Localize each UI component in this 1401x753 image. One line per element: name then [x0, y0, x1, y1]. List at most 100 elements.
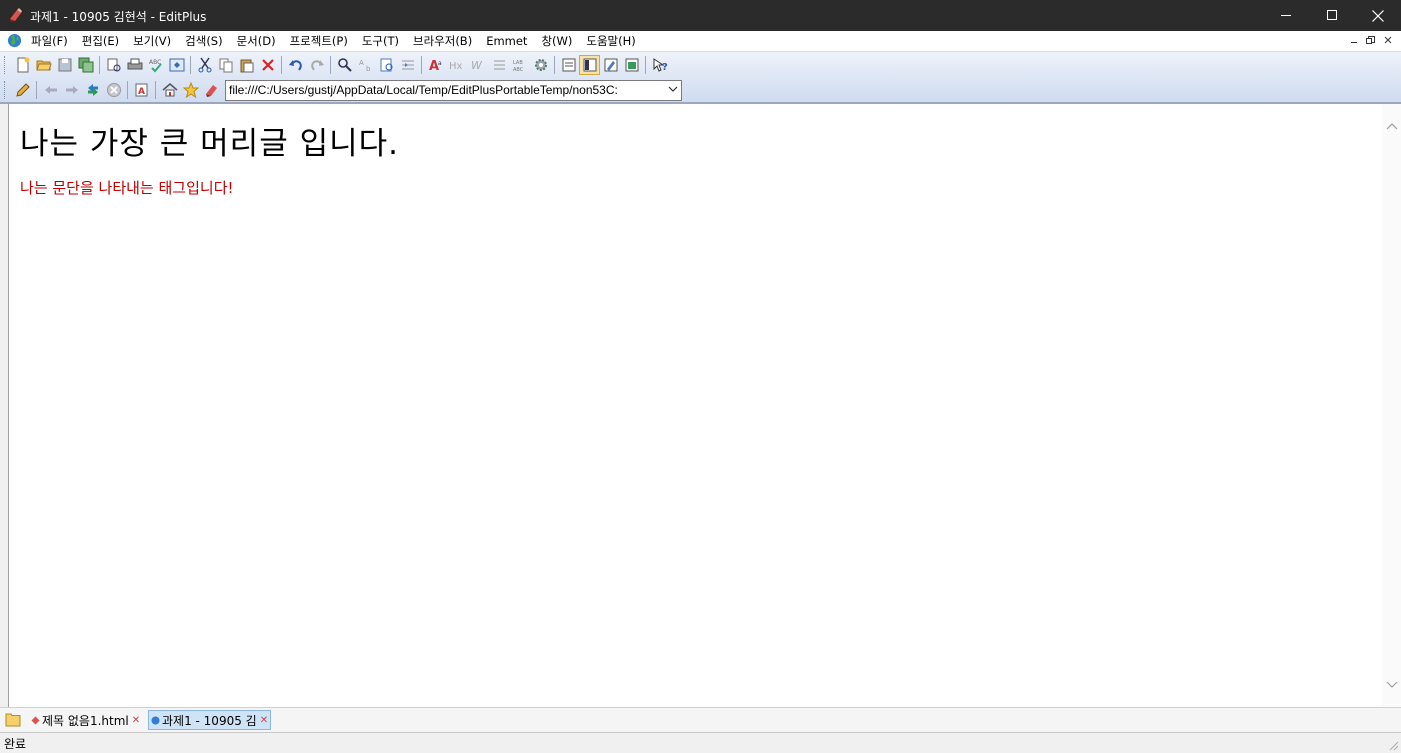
maximize-button[interactable] — [1309, 0, 1355, 31]
context-help-icon[interactable]: ? — [649, 55, 670, 75]
new-file-icon[interactable] — [12, 55, 33, 75]
toolbar-separator — [127, 81, 128, 99]
back-arrow-icon[interactable] — [40, 80, 61, 100]
print-icon[interactable] — [124, 55, 145, 75]
mdi-minimize-button[interactable] — [1346, 33, 1361, 47]
stop-icon[interactable] — [103, 80, 124, 100]
toolbar-separator — [554, 56, 555, 74]
spellcheck-icon[interactable]: ABC — [145, 55, 166, 75]
toolbar-grip[interactable] — [4, 81, 8, 99]
menu-document[interactable]: 문서(D) — [230, 31, 283, 51]
toolbar-separator — [190, 56, 191, 74]
home-icon[interactable] — [159, 80, 180, 100]
menu-browser[interactable]: 브라우저(B) — [406, 31, 479, 51]
status-text: 완료 — [4, 737, 27, 751]
globe-icon[interactable] — [7, 33, 22, 48]
mdi-close-button[interactable] — [1380, 33, 1395, 47]
browser-view[interactable]: 나는 가장 큰 머리글 입니다. 나는 문단을 나타내는 태그입니다! — [8, 104, 1383, 707]
svg-text:A: A — [138, 87, 145, 97]
url-input[interactable]: file:///C:/Users/gustj/AppData/Local/Tem… — [226, 83, 663, 97]
replace-icon[interactable]: Ab — [355, 55, 376, 75]
menu-file[interactable]: 파일(F) — [24, 31, 75, 51]
toolbar-separator — [281, 56, 282, 74]
document-tab-bar: 제목 없음1.html ✕ 과제1 - 10905 김 ✕ — [0, 707, 1401, 732]
cut-icon[interactable] — [194, 55, 215, 75]
directory-window-icon[interactable] — [579, 55, 600, 75]
cliptext-window-icon[interactable] — [600, 55, 621, 75]
standard-toolbar: ABC Ab Aa Hx W LAB ABC ? — [4, 53, 670, 77]
output-window-icon[interactable] — [558, 55, 579, 75]
print-preview-icon[interactable] — [103, 55, 124, 75]
find-in-files-icon[interactable] — [376, 55, 397, 75]
find-icon[interactable] — [334, 55, 355, 75]
view-source-icon[interactable]: A — [131, 80, 152, 100]
mdi-restore-button[interactable] — [1363, 33, 1378, 47]
copy-icon[interactable] — [215, 55, 236, 75]
toolbar-separator — [36, 81, 37, 99]
favorites-star-icon[interactable] — [180, 80, 201, 100]
status-bar: 완료 — [0, 732, 1401, 753]
minimize-icon — [1350, 42, 1357, 43]
toolbar-separator — [155, 81, 156, 99]
tab-close-icon[interactable]: ✕ — [132, 715, 140, 726]
toolbar-grip[interactable] — [4, 56, 8, 74]
tab-close-icon[interactable]: ✕ — [260, 715, 268, 726]
toolbar-separator — [645, 56, 646, 74]
redo-icon[interactable] — [306, 55, 327, 75]
browser-file-icon — [151, 716, 160, 724]
svg-text:a: a — [438, 60, 442, 67]
close-icon — [1372, 9, 1384, 22]
ruler-icon[interactable]: LAB ABC — [509, 55, 530, 75]
menu-tools[interactable]: 도구(T) — [355, 31, 406, 51]
tab-active-document[interactable]: 과제1 - 10905 김 ✕ — [148, 710, 272, 730]
folder-icon[interactable] — [5, 712, 21, 727]
svg-text:b: b — [366, 65, 371, 73]
maximize-icon — [1326, 10, 1337, 20]
menu-project[interactable]: 프로젝트(P) — [283, 31, 355, 51]
menu-items: 파일(F) 편집(E) 보기(V) 검색(S) 문서(D) 프로젝트(P) 도구… — [24, 31, 643, 51]
edit-pencil-icon[interactable] — [12, 80, 33, 100]
settings-gear-icon[interactable] — [530, 55, 551, 75]
hex-view-icon[interactable]: Hx — [446, 55, 467, 75]
word-wrap-icon[interactable]: W — [467, 55, 488, 75]
goto-line-icon[interactable] — [397, 55, 418, 75]
scroll-up-arrow-icon[interactable] — [1385, 120, 1398, 132]
paste-icon[interactable] — [236, 55, 257, 75]
toolbar-area: ABC Ab Aa Hx W LAB ABC ? A file:///C:/Us… — [0, 52, 1401, 104]
menu-emmet[interactable]: Emmet — [479, 31, 534, 51]
open-folder-icon[interactable] — [33, 55, 54, 75]
font-icon[interactable]: Aa — [425, 55, 446, 75]
chevron-down-icon[interactable] — [668, 84, 678, 97]
preview-browser-icon[interactable] — [166, 55, 187, 75]
browser-toolbar: A file:///C:/Users/gustj/AppData/Local/T… — [4, 78, 682, 102]
close-button[interactable] — [1355, 0, 1401, 31]
vertical-scrollbar[interactable] — [1382, 104, 1401, 707]
delete-icon[interactable] — [257, 55, 278, 75]
svg-text:ABC: ABC — [513, 67, 524, 73]
minimize-icon — [1280, 15, 1291, 16]
svg-text:?: ? — [662, 62, 668, 73]
save-icon[interactable] — [54, 55, 75, 75]
tab-label: 과제1 - 10905 김 — [162, 713, 257, 728]
menu-search[interactable]: 검색(S) — [178, 31, 229, 51]
tab-untitled[interactable]: 제목 없음1.html ✕ — [29, 710, 140, 730]
resize-grip-icon[interactable] — [1387, 739, 1399, 751]
refresh-icon[interactable] — [82, 80, 103, 100]
editplus-icon[interactable] — [201, 80, 222, 100]
left-margin-strip — [0, 104, 8, 707]
window-title: 과제1 - 10905 김현석 - EditPlus — [30, 10, 207, 24]
undo-icon[interactable] — [285, 55, 306, 75]
svg-text:LAB: LAB — [513, 60, 523, 66]
menu-edit[interactable]: 편집(E) — [75, 31, 126, 51]
tab-label: 제목 없음1.html — [42, 713, 129, 728]
url-combobox[interactable]: file:///C:/Users/gustj/AppData/Local/Tem… — [225, 79, 682, 101]
line-number-icon[interactable] — [488, 55, 509, 75]
menu-window[interactable]: 창(W) — [534, 31, 579, 51]
scroll-down-arrow-icon[interactable] — [1385, 679, 1398, 691]
save-all-icon[interactable] — [75, 55, 96, 75]
forward-arrow-icon[interactable] — [61, 80, 82, 100]
menu-view[interactable]: 보기(V) — [126, 31, 178, 51]
minimize-button[interactable] — [1263, 0, 1309, 31]
menu-help[interactable]: 도움말(H) — [579, 31, 642, 51]
browser-window-icon[interactable] — [621, 55, 642, 75]
